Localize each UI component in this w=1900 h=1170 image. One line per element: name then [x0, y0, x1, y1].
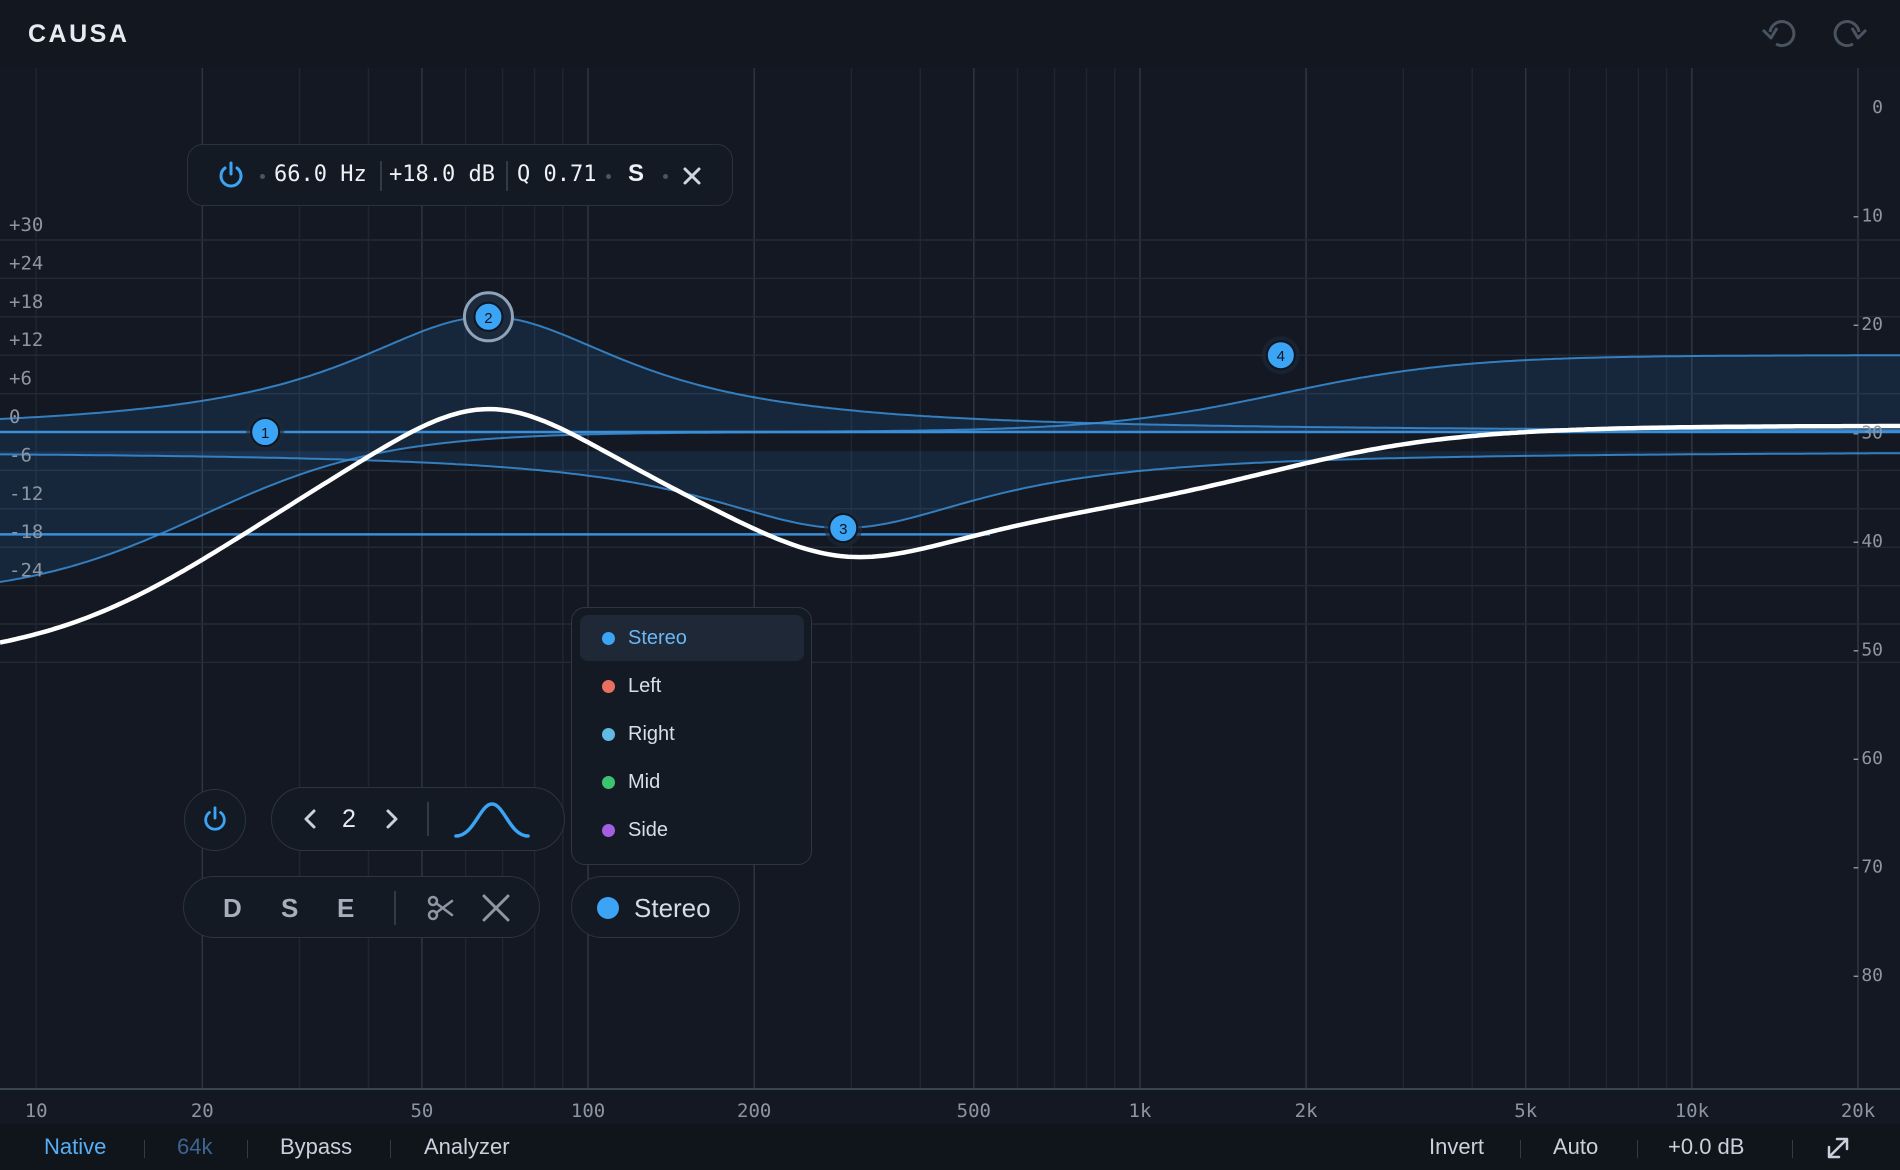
y-tick-label: +30	[9, 214, 43, 236]
channel-option-right[interactable]: Right	[580, 711, 804, 757]
y-tick-label: +18	[9, 291, 43, 313]
channel-color-dot	[602, 680, 615, 693]
expand-icon[interactable]	[1824, 1134, 1852, 1167]
scissors-icon[interactable]	[424, 891, 458, 925]
d-button[interactable]: D	[223, 893, 242, 924]
x-tick-label: 100	[571, 1100, 605, 1122]
channel-color-dot	[602, 824, 615, 837]
bell-shape-icon[interactable]	[452, 800, 532, 840]
redo-icon[interactable]	[1826, 12, 1870, 56]
x-tick-label: 10k	[1675, 1100, 1710, 1122]
channel-option-left[interactable]: Left	[580, 663, 804, 709]
channel-option-stereo[interactable]: Stereo	[580, 615, 804, 661]
y-tick-label: 0	[9, 406, 20, 428]
close-icon[interactable]	[680, 164, 704, 193]
channel-label: Stereo	[634, 893, 711, 923]
x-tick-label: 5k	[1514, 1100, 1537, 1122]
channel-option-label: Mid	[628, 771, 661, 793]
y-tick-label-right: -10	[1850, 206, 1883, 227]
x-tick-label: 50	[410, 1100, 433, 1122]
undo-icon[interactable]	[1759, 12, 1803, 56]
y-tick-label: +24	[9, 252, 43, 274]
chevron-right-icon[interactable]	[378, 804, 406, 834]
y-tick-label: -12	[9, 483, 43, 505]
power-icon	[201, 805, 229, 838]
band-frequency[interactable]: 66.0 Hz	[274, 162, 367, 187]
band-power-button[interactable]	[184, 789, 246, 851]
band-node-2[interactable]: 2	[462, 291, 514, 343]
channel-dot-icon	[597, 897, 619, 919]
y-tick-label: -18	[9, 521, 43, 543]
channel-button[interactable]: Stereo	[571, 876, 740, 938]
band-mode-button[interactable]: S	[628, 160, 644, 188]
bottom-bar: Native 64k Bypass Analyzer Invert Auto +…	[0, 1124, 1900, 1170]
analyzer-button[interactable]: Analyzer	[424, 1134, 510, 1160]
x-tick-label: 20	[191, 1100, 214, 1122]
channel-option-side[interactable]: Side	[580, 807, 804, 853]
x-tick-label: 500	[957, 1100, 991, 1122]
channel-option-label: Right	[628, 723, 675, 745]
bypass-button[interactable]: Bypass	[280, 1134, 352, 1160]
auto-button[interactable]: Auto	[1553, 1134, 1598, 1160]
close-icon[interactable]	[478, 890, 514, 926]
y-tick-label-right: -40	[1850, 531, 1883, 552]
x-tick-label: 1k	[1129, 1100, 1152, 1122]
e-button[interactable]: E	[337, 893, 354, 924]
channel-option-label: Side	[628, 819, 669, 841]
svg-text:2: 2	[484, 310, 492, 327]
y-tick-label: +6	[9, 368, 32, 390]
band-actions: D S E	[183, 876, 540, 938]
band-node-3[interactable]: 3	[824, 509, 863, 547]
band-node-4[interactable]: 4	[1261, 336, 1300, 375]
svg-text:4: 4	[1277, 348, 1285, 365]
x-tick-label: 20k	[1841, 1100, 1876, 1122]
y-tick-label-right: -70	[1850, 857, 1883, 878]
x-tick-label: 2k	[1295, 1100, 1318, 1122]
channel-option-label: Stereo	[628, 627, 687, 649]
y-tick-label-right: -80	[1850, 965, 1883, 986]
y-tick-label-right: -50	[1850, 640, 1883, 661]
y-tick-label-right: -20	[1850, 314, 1883, 335]
output-gain[interactable]: +0.0 dB	[1668, 1134, 1744, 1160]
x-tick-label: 200	[737, 1100, 771, 1122]
invert-button[interactable]: Invert	[1429, 1134, 1484, 1160]
top-bar: CAUSA	[0, 0, 1900, 68]
app-title: CAUSA	[28, 20, 130, 48]
channel-color-dot	[602, 728, 615, 741]
band-node-1[interactable]: 1	[246, 413, 285, 451]
rate-button[interactable]: 64k	[177, 1134, 212, 1160]
channel-menu: Stereo Left Right Mid Side	[571, 607, 812, 865]
band-gain[interactable]: +18.0 dB	[389, 162, 495, 187]
y-tick-label-right: 0	[1872, 97, 1883, 118]
x-tick-label: 10	[25, 1100, 48, 1122]
y-tick-label-right: -60	[1850, 748, 1883, 769]
band-selector: 2	[271, 787, 565, 851]
eq-graph[interactable]: +30 +24 +18 +12 +6 0 -6 -12 -18 -24 0 -10 -20 -30 -40…	[0, 68, 1900, 1124]
band-number: 2	[342, 805, 356, 833]
band-q[interactable]: Q 0.71	[517, 162, 596, 187]
native-button[interactable]: Native	[44, 1134, 106, 1160]
y-tick-label: -24	[9, 560, 43, 582]
channel-option-mid[interactable]: Mid	[580, 759, 804, 805]
power-icon[interactable]	[216, 160, 246, 195]
channel-color-dot	[602, 776, 615, 789]
chevron-left-icon[interactable]	[296, 804, 324, 834]
band-info-popup: 66.0 Hz +18.0 dB Q 0.71 S	[187, 144, 733, 206]
svg-text:3: 3	[839, 521, 847, 538]
channel-option-label: Left	[628, 675, 662, 697]
s-button[interactable]: S	[281, 893, 298, 924]
svg-text:1: 1	[261, 425, 269, 442]
y-tick-label: +12	[9, 329, 43, 351]
y-tick-label: -6	[9, 444, 32, 466]
y-tick-label-right: -30	[1850, 423, 1883, 444]
channel-color-dot	[602, 632, 615, 645]
